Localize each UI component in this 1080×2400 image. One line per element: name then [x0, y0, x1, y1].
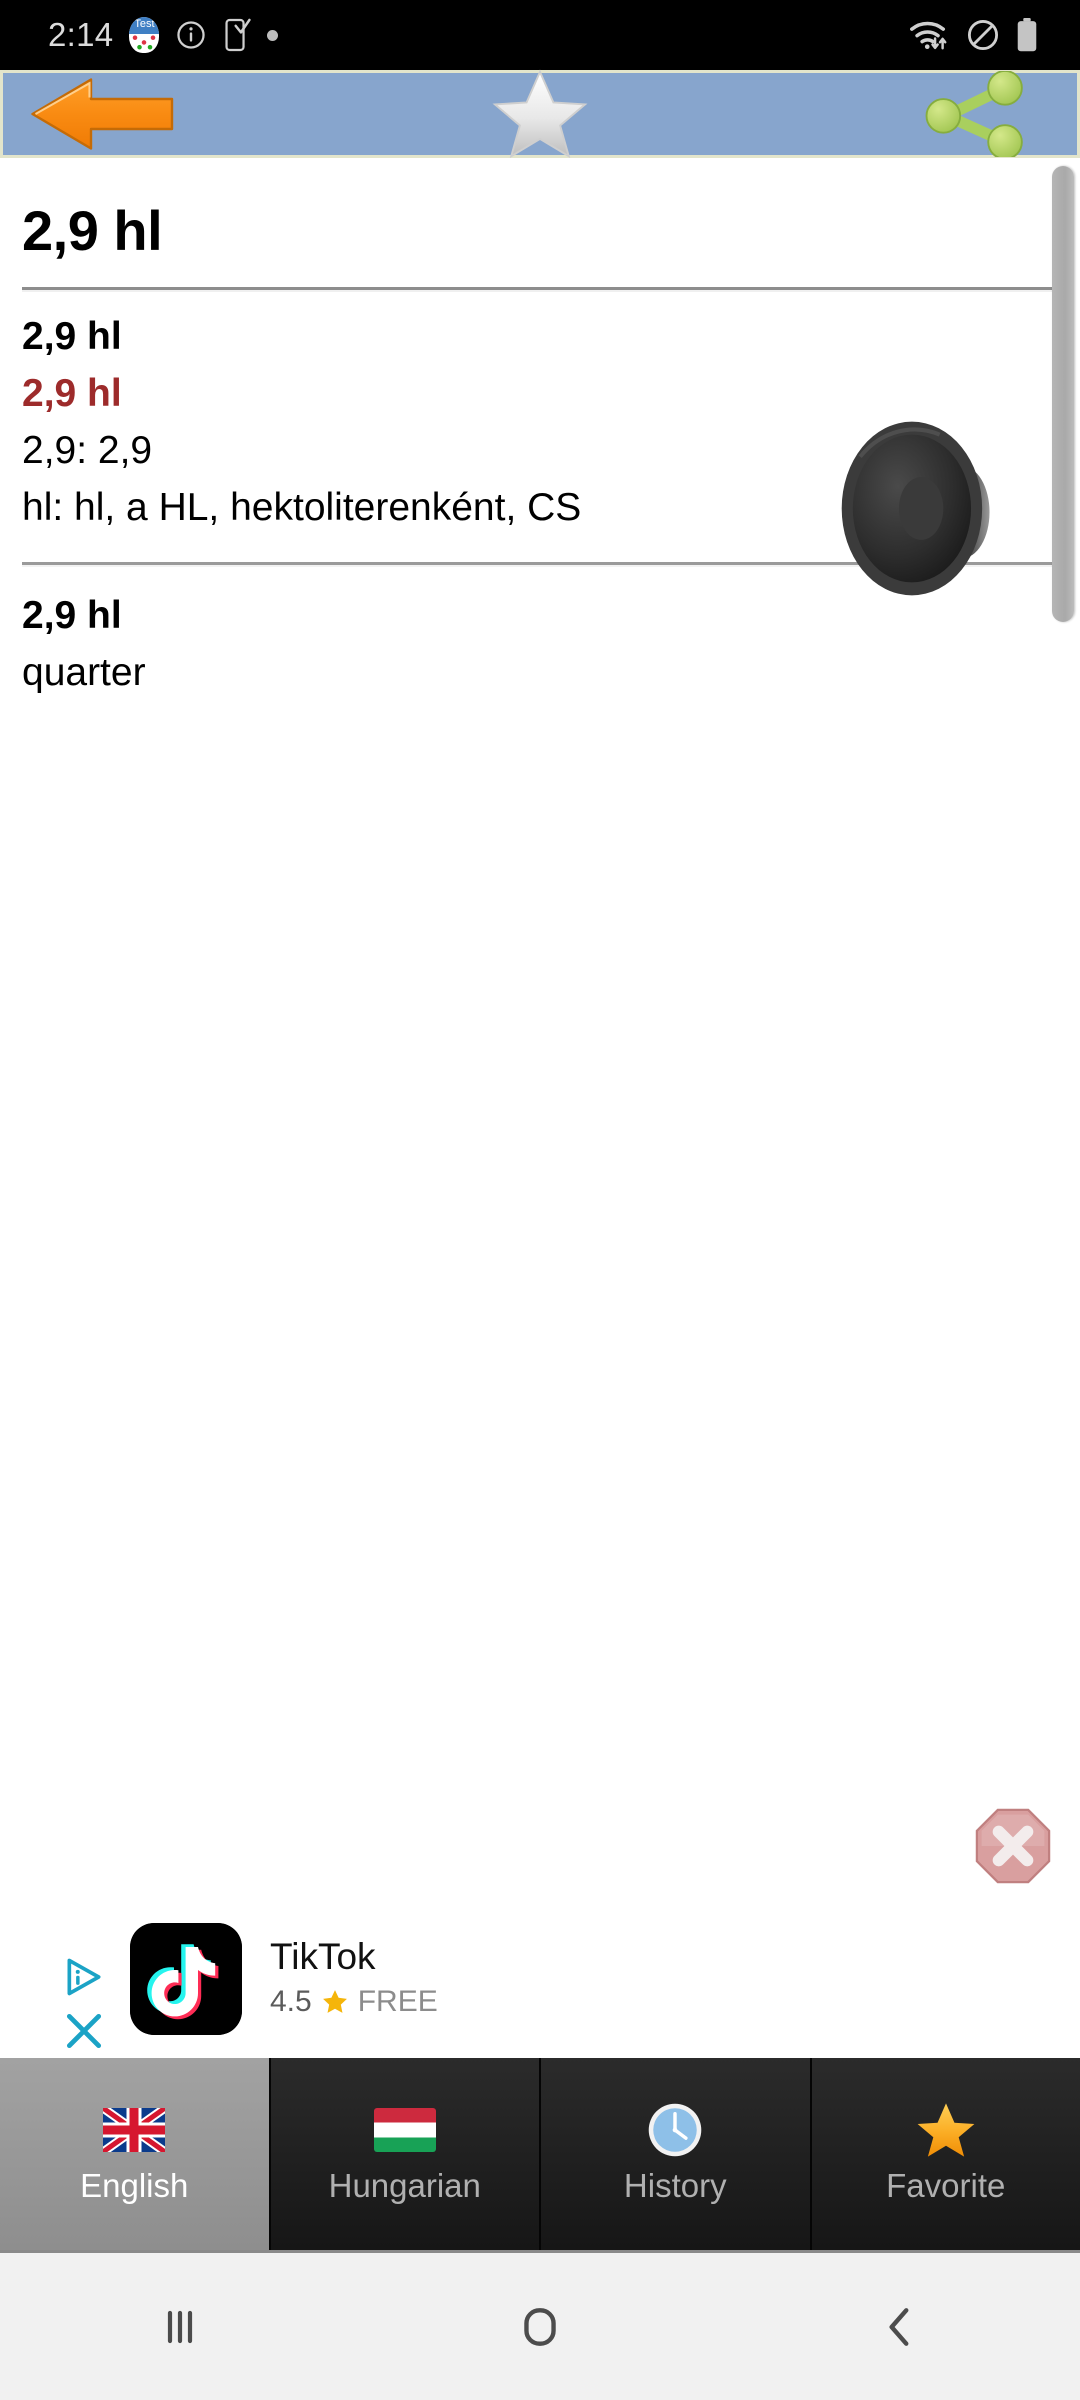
star-icon [914, 2103, 978, 2157]
app-toolbar [0, 69, 1080, 159]
android-nav-bar [0, 2250, 1080, 2400]
close-octagon-icon [975, 1808, 1051, 1884]
do-not-disturb-icon [967, 19, 999, 51]
home-button[interactable] [440, 2252, 640, 2400]
definition-panel: 2,9 hl 2,9 hl 2,9 hl 2,9: 2,9 hl: hl, a … [0, 158, 1080, 2058]
ad-price: FREE [357, 1985, 438, 2018]
favorite-button[interactable] [203, 69, 877, 159]
status-bar: 2:14 [0, 0, 1080, 70]
tab-favorite-label: Favorite [886, 2167, 1006, 2204]
tab-hungarian[interactable]: Hungarian [270, 2058, 541, 2250]
tiktok-logo-icon [130, 1923, 242, 2035]
entry-block-2: 2,9 hl quarter [22, 587, 1058, 701]
status-bar-left: 2:14 [48, 16, 279, 54]
tab-hungarian-label: Hungarian [328, 2167, 481, 2204]
back-chevron-icon [889, 2307, 909, 2346]
recents-button[interactable] [80, 2252, 280, 2400]
back-arrow-icon [31, 78, 174, 150]
phone-check-icon [225, 18, 252, 52]
battery-icon [1017, 18, 1037, 52]
close-ad-button[interactable] [975, 1808, 1051, 1884]
headword: 2,9 hl [22, 199, 163, 262]
wifi-icon [910, 21, 947, 50]
entry2-line2: quarter [22, 651, 146, 694]
ad-text-group: TikTok 4.5 FREE [270, 1934, 438, 2024]
divider-top [22, 287, 1058, 290]
recents-icon [167, 2310, 193, 2343]
bottom-tab-bar: English Hungarian History Favorite [0, 2058, 1080, 2250]
ad-app-icon [130, 1923, 242, 2035]
favorite-star-icon [492, 69, 588, 159]
ad-meta: 4.5 FREE [270, 1980, 438, 2024]
status-clock: 2:14 [48, 16, 114, 53]
nav-back-button[interactable] [800, 2252, 1000, 2400]
ad-app-name: TikTok [270, 1936, 376, 1977]
phone-screen: 2:14 Test 2,9 hl 2,9 hl 2,9 hl 2,9: 2,9 … [0, 0, 1080, 2400]
dot-icon [267, 29, 279, 41]
tab-english-label: English [80, 2167, 189, 2204]
clock-icon [643, 2103, 707, 2157]
adchoices-icon [67, 1958, 101, 1996]
ad-dismiss-x-icon [66, 2013, 102, 2049]
scrollbar-thumb[interactable] [1052, 166, 1074, 622]
entry1-line1: 2,9 hl [22, 315, 122, 358]
tab-history[interactable]: History [541, 2058, 812, 2250]
home-icon [524, 2307, 556, 2346]
rating-star-icon [322, 1990, 347, 2013]
share-button[interactable] [877, 70, 1077, 158]
uk-flag-icon [102, 2103, 166, 2157]
back-button[interactable] [3, 70, 203, 158]
tab-english[interactable]: English [0, 2058, 271, 2250]
ad-rating: 4.5 [270, 1985, 312, 2018]
speaker-button[interactable] [838, 416, 1008, 601]
easter-egg-test-icon [129, 17, 160, 53]
status-bar-right [910, 0, 1038, 70]
tab-history-label: History [623, 2167, 727, 2204]
share-icon [925, 71, 1023, 157]
tab-favorite[interactable]: Favorite [811, 2058, 1080, 2250]
ad-banner[interactable]: TikTok 4.5 FREE INSTALL [0, 1905, 1080, 2053]
adchoices-control[interactable] [58, 1955, 110, 2065]
hungary-flag-icon [373, 2103, 437, 2157]
speaker-icon [841, 421, 990, 596]
info-circle-icon [177, 21, 206, 49]
content-scrollbar[interactable] [1052, 166, 1074, 622]
entry1-line2: 2,9 hl [22, 372, 122, 415]
